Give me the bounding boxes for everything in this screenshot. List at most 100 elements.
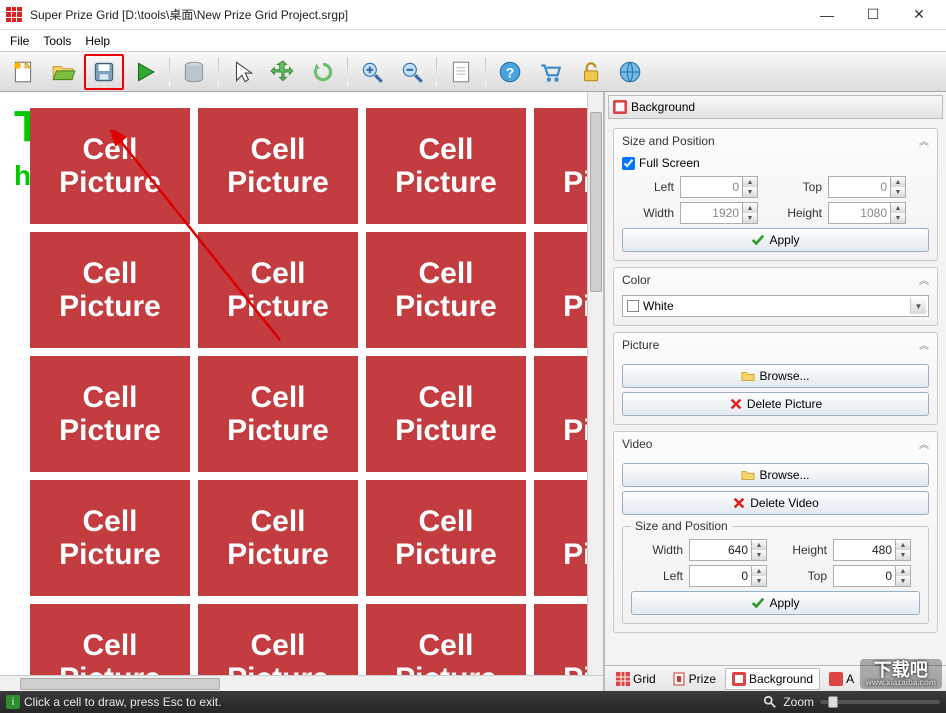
grid-cell[interactable]: CellPicture <box>366 356 526 472</box>
delete-icon <box>729 397 743 411</box>
color-select[interactable]: White ▼ <box>622 295 929 317</box>
check-icon <box>751 596 765 610</box>
menu-help[interactable]: Help <box>79 32 116 50</box>
grid-cell[interactable]: CellPicture <box>30 356 190 472</box>
grid-cell[interactable]: CellPicture <box>198 108 358 224</box>
grid-cell[interactable]: CellPicture <box>30 108 190 224</box>
group-size-position: Size and Position︽ Full Screen Left ▲▼ T… <box>613 128 938 261</box>
save-button[interactable] <box>84 54 124 90</box>
collapse-icon[interactable]: ︽ <box>919 272 929 287</box>
app-icon <box>4 5 24 25</box>
minimize-button[interactable]: — <box>804 0 850 30</box>
video-sp-title: Size and Position <box>631 519 732 533</box>
menu-tools[interactable]: Tools <box>37 32 77 50</box>
tab-background[interactable]: Background <box>725 668 820 690</box>
grid-cell[interactable]: CellPicture <box>366 108 526 224</box>
menu-file[interactable]: File <box>4 32 35 50</box>
vleft-label: Left <box>631 569 683 583</box>
vtop-label: Top <box>771 569 827 583</box>
grid-cell[interactable]: CellPicture <box>198 480 358 596</box>
grid-cell[interactable]: CellPicture <box>198 232 358 348</box>
menubar: File Tools Help <box>0 30 946 52</box>
background-icon <box>613 100 627 114</box>
delete-icon <box>732 496 746 510</box>
database-button[interactable] <box>175 55 213 89</box>
group-title-video: Video <box>622 437 652 451</box>
panel-tabs: Grid Prize Background A <box>605 665 946 691</box>
width-label: Width <box>622 206 674 220</box>
close-button[interactable]: ✕ <box>896 0 942 30</box>
tab-grid[interactable]: Grid <box>609 668 663 690</box>
folder-icon <box>741 369 755 383</box>
new-button[interactable] <box>4 55 42 89</box>
collapse-icon[interactable]: ︽ <box>919 436 929 451</box>
status-hint: Click a cell to draw, press Esc to exit. <box>24 695 221 709</box>
browse-label: Browse... <box>759 369 809 383</box>
group-title-picture: Picture <box>622 338 659 352</box>
toolbar: ? <box>0 52 946 92</box>
canvas-vscroll[interactable] <box>587 92 603 675</box>
page-button[interactable] <box>442 55 480 89</box>
group-video: Video ︽ Browse... Delete Video Size and P… <box>613 431 938 633</box>
grid-cell[interactable]: CellPicture <box>30 480 190 596</box>
zoom-out-button[interactable] <box>393 55 431 89</box>
grid-cell[interactable]: CellPicture <box>366 232 526 348</box>
window-title: Super Prize Grid [D:\tools\桌面\New Prize … <box>30 6 804 23</box>
delete-picture-button[interactable]: Delete Picture <box>622 392 929 416</box>
play-button[interactable] <box>126 55 164 89</box>
svg-text:?: ? <box>506 64 515 80</box>
apply-size-button[interactable]: Apply <box>622 228 929 252</box>
color-value: White <box>643 299 674 313</box>
left-label: Left <box>622 180 674 194</box>
statusbar: i Click a cell to draw, press Esc to exi… <box>0 691 946 713</box>
apply-label: Apply <box>769 233 799 247</box>
canvas-hscroll[interactable] <box>0 675 603 691</box>
height-label: Height <box>762 206 822 220</box>
unlock-button[interactable] <box>571 55 609 89</box>
maximize-button[interactable]: ☐ <box>850 0 896 30</box>
apply-video-button[interactable]: Apply <box>631 591 920 615</box>
open-button[interactable] <box>44 55 82 89</box>
grid-cell[interactable]: CellPicture <box>198 356 358 472</box>
zoom-label: Zoom <box>783 695 814 709</box>
top-label: Top <box>762 180 822 194</box>
tab-prize[interactable]: Prize <box>665 668 723 690</box>
delete-video-button[interactable]: Delete Video <box>622 491 929 515</box>
group-picture: Picture ︽ Browse... Delete Picture <box>613 332 938 425</box>
video-size-group: Size and Position Width ▲▼ Height ▲▼ Lef… <box>622 519 929 624</box>
folder-icon <box>741 468 755 482</box>
zoom-slider[interactable] <box>820 700 940 704</box>
full-screen-label: Full Screen <box>639 156 700 170</box>
help-button[interactable]: ? <box>491 55 529 89</box>
globe-button[interactable] <box>611 55 649 89</box>
group-title-size: Size and Position <box>622 134 715 148</box>
tab-a[interactable]: A <box>822 668 861 690</box>
magnifier-icon <box>763 695 777 709</box>
check-icon <box>751 233 765 247</box>
browse-video-button[interactable]: Browse... <box>622 463 929 487</box>
titlebar: Super Prize Grid [D:\tools\桌面\New Prize … <box>0 0 946 30</box>
collapse-icon[interactable]: ︽ <box>919 337 929 352</box>
prize-grid[interactable]: CellPictureCellPictureCellPictureCellPic… <box>30 108 604 691</box>
apply-label: Apply <box>769 596 799 610</box>
cart-button[interactable] <box>531 55 569 89</box>
move-button[interactable] <box>264 55 302 89</box>
panel-header: Background <box>608 95 943 119</box>
browse-label: Browse... <box>759 468 809 482</box>
grid-cell[interactable]: CellPicture <box>30 232 190 348</box>
grid-cell[interactable]: CellPicture <box>366 480 526 596</box>
chevron-down-icon: ▼ <box>910 298 926 314</box>
info-icon: i <box>6 695 20 709</box>
group-color: Color︽ White ▼ <box>613 267 938 326</box>
collapse-icon[interactable]: ︽ <box>919 133 929 148</box>
full-screen-checkbox[interactable] <box>622 157 635 170</box>
vwidth-label: Width <box>631 543 683 557</box>
zoom-in-button[interactable] <box>353 55 391 89</box>
browse-picture-button[interactable]: Browse... <box>622 364 929 388</box>
canvas-pane[interactable]: T ht CellPictureCellPictureCellPictureCe… <box>0 92 604 691</box>
pointer-button[interactable] <box>224 55 262 89</box>
side-panel: Background Size and Position ︽ Full Scree… <box>604 92 946 691</box>
color-swatch <box>627 300 639 312</box>
delete-video-label: Delete Video <box>750 496 819 510</box>
rotate-button[interactable] <box>304 55 342 89</box>
